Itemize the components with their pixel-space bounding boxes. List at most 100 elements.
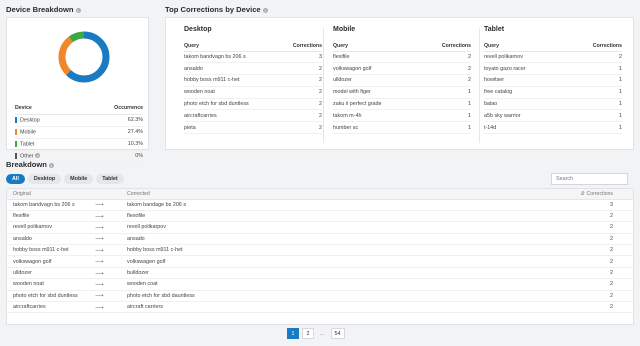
info-icon[interactable]: i — [48, 162, 54, 168]
corrections-cell: 2 — [419, 51, 471, 64]
corrections-cell: 2 — [279, 109, 322, 123]
arrow-right-icon: ⟶ — [95, 244, 127, 257]
device-filter-tabs: All Desktop Mobile Tablet — [6, 174, 124, 184]
corrections-header: Corrections — [565, 42, 622, 52]
info-icon[interactable]: i — [262, 7, 268, 13]
breakdown-title: Breakdown i — [6, 160, 54, 169]
query-cell: ulldozer — [333, 74, 420, 87]
table-row: wooden noat ⟶ wooden coat 2 — [7, 278, 633, 291]
corrections-cell: 1 — [565, 74, 622, 87]
query-header: Query — [484, 42, 566, 52]
original-cell: aircraftcarries — [7, 301, 95, 314]
device-column-title: Desktop — [184, 26, 212, 33]
table-row: volkswagon golf ⟶ volkswagen golf 2 — [7, 255, 633, 268]
device-cell: Desktop — [15, 114, 76, 127]
table-row: revell polikarnov ⟶ revell polikarpov 2 — [7, 221, 633, 234]
original-cell: ulldozer — [7, 267, 95, 280]
corrections-cell: 2 — [279, 62, 322, 76]
query-cell: aircraftcarries — [184, 109, 280, 123]
original-cell: ansaldo — [7, 233, 95, 246]
corrections-count-cell: 2 — [412, 255, 633, 268]
corrections-count-cell: 2 — [412, 290, 633, 303]
corrections-count-cell: 2 — [412, 244, 633, 257]
original-cell: wooden noat — [7, 278, 95, 291]
device-row: Mobile 27.4% — [15, 126, 143, 139]
query-row: ulldozer 2 — [333, 74, 471, 87]
page-button-54[interactable]: 54 — [330, 328, 345, 339]
corrected-cell: hobby boss m911 c-het — [127, 244, 413, 257]
query-cell: takom m-4h — [333, 109, 420, 123]
occurrence-cell: 27.4% — [75, 126, 143, 139]
corrections-cell: 1 — [419, 121, 471, 135]
corrections-cell: 1 — [419, 109, 471, 123]
tab-tablet[interactable]: Tablet — [96, 174, 124, 184]
color-swatch — [15, 128, 17, 135]
arrow-column-header — [95, 189, 127, 200]
device-row: Desktop 62.3% — [15, 114, 143, 127]
query-row: model with figer 1 — [333, 86, 471, 99]
device-breakdown-card: Device Occurrence Desktop 62.3% Mobile 27.4… — [6, 17, 149, 163]
arrow-right-icon: ⟶ — [95, 233, 127, 246]
occurrence-cell: 0% — [75, 150, 143, 163]
page-button-1[interactable]: 1 — [287, 328, 299, 339]
tab-desktop[interactable]: Desktop — [27, 174, 62, 184]
query-cell: wooden noat — [184, 86, 280, 99]
corrections-header: Corrections — [279, 42, 322, 52]
corrections-count-cell: 2 — [412, 278, 633, 291]
info-icon[interactable]: i — [75, 7, 81, 13]
query-cell: model with figer — [333, 86, 420, 99]
arrow-right-icon: ⟶ — [95, 221, 127, 234]
query-row: aircraftcarries 2 — [184, 109, 322, 123]
corrections-cell: 1 — [565, 86, 622, 99]
table-row: takom bandvagn bs 206 s ⟶ takom bandage bs… — [7, 199, 633, 211]
query-row: free catalog 1 — [484, 86, 622, 99]
query-row: revell polikarnov 2 — [484, 51, 622, 64]
top-corrections-column-desktop: Desktop Query Corrections takom bandvagn bs… — [184, 26, 322, 135]
corrections-cell: 1 — [419, 86, 471, 99]
corrections-cell: 2 — [419, 74, 471, 87]
corrections-cell: 3 — [279, 51, 322, 64]
corrected-cell: volkswagen golf — [127, 255, 413, 268]
corrections-cell: 1 — [565, 121, 622, 135]
corrections-cell: 1 — [565, 109, 622, 123]
query-row: hobby boss m911 c-het 2 — [184, 74, 322, 87]
tab-all[interactable]: All — [6, 174, 25, 184]
query-header: Query — [184, 42, 280, 52]
query-cell: balao — [484, 98, 566, 111]
query-row: takom m-4h 1 — [333, 109, 471, 123]
corrected-cell: revell polikarpov — [127, 221, 413, 234]
query-cell: hobby boss m911 c-het — [184, 74, 280, 87]
column-divider — [323, 28, 324, 143]
tab-mobile[interactable]: Mobile — [64, 174, 94, 184]
corrections-count-cell: 2 — [412, 233, 633, 246]
query-cell: ansaldo — [184, 62, 280, 76]
query-row: balao 1 — [484, 98, 622, 111]
page-button-2[interactable]: 2 — [302, 328, 314, 339]
query-row: humber sc 1 — [333, 121, 471, 135]
corrected-cell: flexofile — [127, 210, 413, 223]
occurrence-cell: 10.3% — [75, 138, 143, 151]
corrections-count-cell: 2 — [412, 267, 633, 280]
device-cell: Tablet — [15, 138, 76, 151]
device-header: Device — [15, 105, 76, 115]
pagination-ellipsis: ... — [320, 330, 325, 337]
info-icon[interactable]: i — [35, 153, 41, 159]
table-row: photo etch for sbd duntless ⟶ photo etch f… — [7, 290, 633, 303]
color-swatch — [15, 140, 17, 147]
original-column-header[interactable]: Original — [7, 189, 95, 200]
original-cell: volkswagon golf — [7, 255, 95, 268]
corrections-header: Corrections — [419, 42, 471, 52]
query-cell: revell polikarnov — [484, 51, 566, 64]
column-divider — [479, 28, 480, 143]
arrow-right-icon: ⟶ — [95, 255, 127, 268]
search-input[interactable] — [551, 173, 628, 185]
query-row: volkswagon golf 2 — [333, 62, 471, 76]
corrections-cell: 2 — [279, 121, 322, 135]
original-cell: takom bandvagn bs 206 s — [7, 199, 95, 211]
corrected-column-header[interactable]: Corrected — [127, 189, 413, 200]
table-row: ansaldo ⟶ ansado 2 — [7, 233, 633, 246]
corrections-column-header[interactable]: ⇵ Corrections — [412, 189, 633, 200]
corrections-cell: 1 — [565, 98, 622, 111]
corrected-cell: photo etch for sbd dauntless — [127, 290, 413, 303]
top-corrections-column-mobile: Mobile Query Corrections flexifile 2 volkswag… — [333, 26, 471, 135]
